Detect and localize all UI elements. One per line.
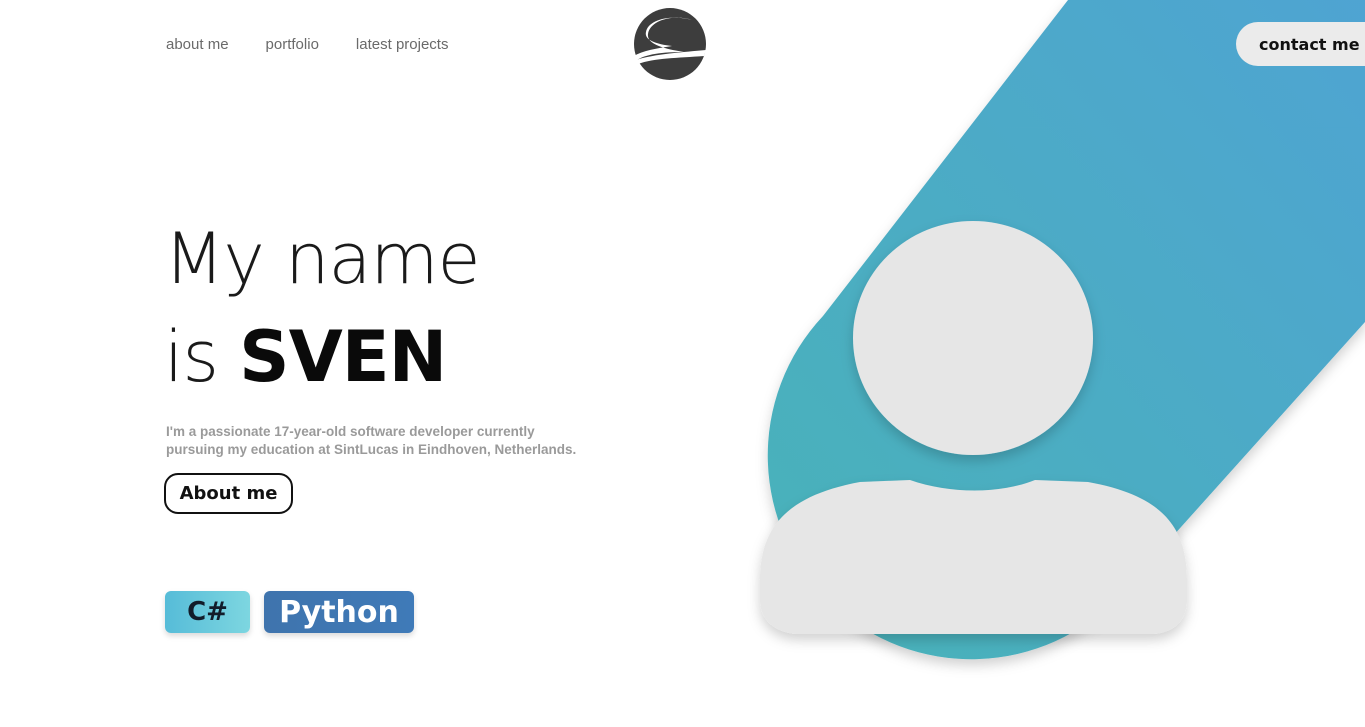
s-logo-icon[interactable]	[632, 6, 708, 82]
nav-link-portfolio[interactable]: portfolio	[266, 36, 319, 53]
hero-heading-prefix: is	[164, 316, 240, 398]
intro-text: I'm a passionate 17-year-old software de…	[166, 424, 577, 457]
main-nav: about me portfolio latest projects	[166, 36, 448, 53]
nav-link-about-me[interactable]: about me	[166, 36, 229, 53]
hero-heading-line1: My name	[164, 218, 481, 300]
hero-name: SVEN	[239, 316, 447, 398]
page: about me portfolio latest projects conta…	[0, 0, 1365, 727]
contact-me-button[interactable]: contact me	[1236, 22, 1365, 66]
nav-link-latest-projects[interactable]: latest projects	[356, 36, 449, 53]
hero-heading-line2: is SVEN	[164, 316, 447, 398]
skill-badge-csharp: C#	[165, 591, 250, 633]
skill-badge-python: Python	[264, 591, 414, 633]
about-me-button[interactable]: About me	[164, 473, 293, 514]
